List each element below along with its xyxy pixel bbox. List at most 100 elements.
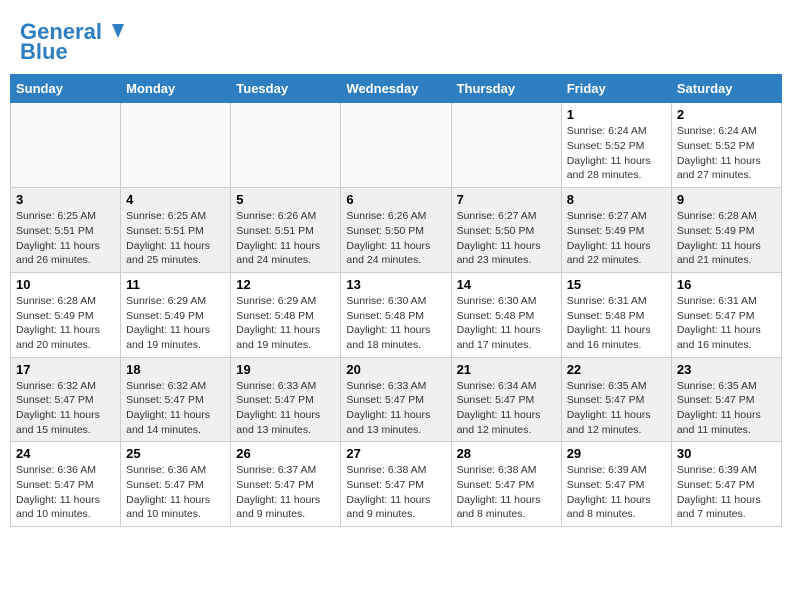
calendar-cell: 13 Sunrise: 6:30 AM Sunset: 5:48 PM Dayli… <box>341 272 451 357</box>
calendar-cell: 28 Sunrise: 6:38 AM Sunset: 5:47 PM Dayli… <box>451 442 561 527</box>
calendar-cell: 11 Sunrise: 6:29 AM Sunset: 5:49 PM Dayli… <box>121 272 231 357</box>
day-number: 19 <box>236 362 335 377</box>
day-info: Sunrise: 6:32 AM Sunset: 5:47 PM Dayligh… <box>16 379 115 438</box>
calendar-cell: 21 Sunrise: 6:34 AM Sunset: 5:47 PM Dayli… <box>451 357 561 442</box>
calendar-cell: 14Sunrise: 6:30 AM Sunset: 5:48 PM Dayli… <box>451 272 561 357</box>
day-info: Sunrise: 6:25 AM Sunset: 5:51 PM Dayligh… <box>16 209 115 268</box>
day-number: 16 <box>677 277 776 292</box>
calendar-cell: 22 Sunrise: 6:35 AM Sunset: 5:47 PM Dayli… <box>561 357 671 442</box>
day-number: 24 <box>16 446 115 461</box>
calendar-cell: 5Sunrise: 6:26 AM Sunset: 5:51 PM Daylig… <box>231 188 341 273</box>
day-number: 12 <box>236 277 335 292</box>
day-number: 23 <box>677 362 776 377</box>
calendar-cell: 24 Sunrise: 6:36 AM Sunset: 5:47 PM Dayli… <box>11 442 121 527</box>
day-info: Sunrise: 6:26 AM Sunset: 5:51 PM Dayligh… <box>236 209 335 268</box>
calendar-cell: 12 Sunrise: 6:29 AM Sunset: 5:48 PM Dayli… <box>231 272 341 357</box>
day-info: Sunrise: 6:32 AM Sunset: 5:47 PM Dayligh… <box>126 379 225 438</box>
col-header-thursday: Thursday <box>451 75 561 103</box>
calendar-header-row: SundayMondayTuesdayWednesdayThursdayFrid… <box>11 75 782 103</box>
day-number: 6 <box>346 192 445 207</box>
col-header-friday: Friday <box>561 75 671 103</box>
calendar-cell: 17Sunrise: 6:32 AM Sunset: 5:47 PM Dayli… <box>11 357 121 442</box>
day-number: 29 <box>567 446 666 461</box>
day-info: Sunrise: 6:34 AM Sunset: 5:47 PM Dayligh… <box>457 379 556 438</box>
day-info: Sunrise: 6:33 AM Sunset: 5:47 PM Dayligh… <box>236 379 335 438</box>
calendar-cell: 15Sunrise: 6:31 AM Sunset: 5:48 PM Dayli… <box>561 272 671 357</box>
calendar-table: SundayMondayTuesdayWednesdayThursdayFrid… <box>10 74 782 527</box>
day-info: Sunrise: 6:30 AM Sunset: 5:48 PM Dayligh… <box>457 294 556 353</box>
col-header-tuesday: Tuesday <box>231 75 341 103</box>
day-info: Sunrise: 6:36 AM Sunset: 5:47 PM Dayligh… <box>126 463 225 522</box>
week-row-3: 10 Sunrise: 6:28 AM Sunset: 5:49 PM Dayli… <box>11 272 782 357</box>
week-row-4: 17Sunrise: 6:32 AM Sunset: 5:47 PM Dayli… <box>11 357 782 442</box>
calendar-cell <box>121 103 231 188</box>
calendar-cell: 25 Sunrise: 6:36 AM Sunset: 5:47 PM Dayli… <box>121 442 231 527</box>
day-info: Sunrise: 6:27 AM Sunset: 5:49 PM Dayligh… <box>567 209 666 268</box>
calendar-cell: 20 Sunrise: 6:33 AM Sunset: 5:47 PM Dayli… <box>341 357 451 442</box>
day-info: Sunrise: 6:28 AM Sunset: 5:49 PM Dayligh… <box>677 209 776 268</box>
week-row-5: 24 Sunrise: 6:36 AM Sunset: 5:47 PM Dayli… <box>11 442 782 527</box>
day-info: Sunrise: 6:29 AM Sunset: 5:49 PM Dayligh… <box>126 294 225 353</box>
calendar-cell: 7 Sunrise: 6:27 AM Sunset: 5:50 PM Daylig… <box>451 188 561 273</box>
day-info: Sunrise: 6:27 AM Sunset: 5:50 PM Dayligh… <box>457 209 556 268</box>
calendar-cell: 3 Sunrise: 6:25 AM Sunset: 5:51 PM Daylig… <box>11 188 121 273</box>
day-info: Sunrise: 6:35 AM Sunset: 5:47 PM Dayligh… <box>677 379 776 438</box>
day-number: 21 <box>457 362 556 377</box>
day-number: 2 <box>677 107 776 122</box>
calendar-cell: 10 Sunrise: 6:28 AM Sunset: 5:49 PM Dayli… <box>11 272 121 357</box>
col-header-monday: Monday <box>121 75 231 103</box>
day-number: 26 <box>236 446 335 461</box>
day-info: Sunrise: 6:39 AM Sunset: 5:47 PM Dayligh… <box>567 463 666 522</box>
day-info: Sunrise: 6:24 AM Sunset: 5:52 PM Dayligh… <box>567 124 666 183</box>
calendar-cell: 18 Sunrise: 6:32 AM Sunset: 5:47 PM Dayli… <box>121 357 231 442</box>
day-info: Sunrise: 6:33 AM Sunset: 5:47 PM Dayligh… <box>346 379 445 438</box>
day-number: 3 <box>16 192 115 207</box>
day-number: 22 <box>567 362 666 377</box>
calendar-cell: 16 Sunrise: 6:31 AM Sunset: 5:47 PM Dayli… <box>671 272 781 357</box>
day-number: 30 <box>677 446 776 461</box>
calendar-cell <box>231 103 341 188</box>
day-info: Sunrise: 6:36 AM Sunset: 5:47 PM Dayligh… <box>16 463 115 522</box>
calendar-cell: 26 Sunrise: 6:37 AM Sunset: 5:47 PM Dayli… <box>231 442 341 527</box>
day-info: Sunrise: 6:31 AM Sunset: 5:47 PM Dayligh… <box>677 294 776 353</box>
day-number: 1 <box>567 107 666 122</box>
calendar-cell: 30 Sunrise: 6:39 AM Sunset: 5:47 PM Dayli… <box>671 442 781 527</box>
page-header: General Blue <box>10 10 782 69</box>
calendar-cell: 29 Sunrise: 6:39 AM Sunset: 5:47 PM Dayli… <box>561 442 671 527</box>
day-info: Sunrise: 6:39 AM Sunset: 5:47 PM Dayligh… <box>677 463 776 522</box>
week-row-1: 1 Sunrise: 6:24 AM Sunset: 5:52 PM Daylig… <box>11 103 782 188</box>
day-number: 28 <box>457 446 556 461</box>
day-number: 25 <box>126 446 225 461</box>
calendar-cell <box>341 103 451 188</box>
logo: General Blue <box>20 20 126 64</box>
day-info: Sunrise: 6:31 AM Sunset: 5:48 PM Dayligh… <box>567 294 666 353</box>
calendar-cell: 27Sunrise: 6:38 AM Sunset: 5:47 PM Dayli… <box>341 442 451 527</box>
day-info: Sunrise: 6:38 AM Sunset: 5:47 PM Dayligh… <box>457 463 556 522</box>
logo-icon <box>104 20 126 42</box>
day-number: 9 <box>677 192 776 207</box>
calendar-cell: 4Sunrise: 6:25 AM Sunset: 5:51 PM Daylig… <box>121 188 231 273</box>
day-info: Sunrise: 6:35 AM Sunset: 5:47 PM Dayligh… <box>567 379 666 438</box>
calendar-cell: 8 Sunrise: 6:27 AM Sunset: 5:49 PM Daylig… <box>561 188 671 273</box>
day-info: Sunrise: 6:24 AM Sunset: 5:52 PM Dayligh… <box>677 124 776 183</box>
day-number: 10 <box>16 277 115 292</box>
day-number: 8 <box>567 192 666 207</box>
day-number: 13 <box>346 277 445 292</box>
day-info: Sunrise: 6:25 AM Sunset: 5:51 PM Dayligh… <box>126 209 225 268</box>
day-number: 18 <box>126 362 225 377</box>
col-header-saturday: Saturday <box>671 75 781 103</box>
calendar-cell <box>11 103 121 188</box>
day-info: Sunrise: 6:28 AM Sunset: 5:49 PM Dayligh… <box>16 294 115 353</box>
day-number: 11 <box>126 277 225 292</box>
calendar-cell: 1 Sunrise: 6:24 AM Sunset: 5:52 PM Daylig… <box>561 103 671 188</box>
calendar-cell: 9 Sunrise: 6:28 AM Sunset: 5:49 PM Daylig… <box>671 188 781 273</box>
col-header-sunday: Sunday <box>11 75 121 103</box>
day-info: Sunrise: 6:29 AM Sunset: 5:48 PM Dayligh… <box>236 294 335 353</box>
calendar-cell: 23 Sunrise: 6:35 AM Sunset: 5:47 PM Dayli… <box>671 357 781 442</box>
day-number: 7 <box>457 192 556 207</box>
day-info: Sunrise: 6:37 AM Sunset: 5:47 PM Dayligh… <box>236 463 335 522</box>
calendar-cell: 19 Sunrise: 6:33 AM Sunset: 5:47 PM Dayli… <box>231 357 341 442</box>
day-number: 20 <box>346 362 445 377</box>
col-header-wednesday: Wednesday <box>341 75 451 103</box>
day-info: Sunrise: 6:30 AM Sunset: 5:48 PM Dayligh… <box>346 294 445 353</box>
